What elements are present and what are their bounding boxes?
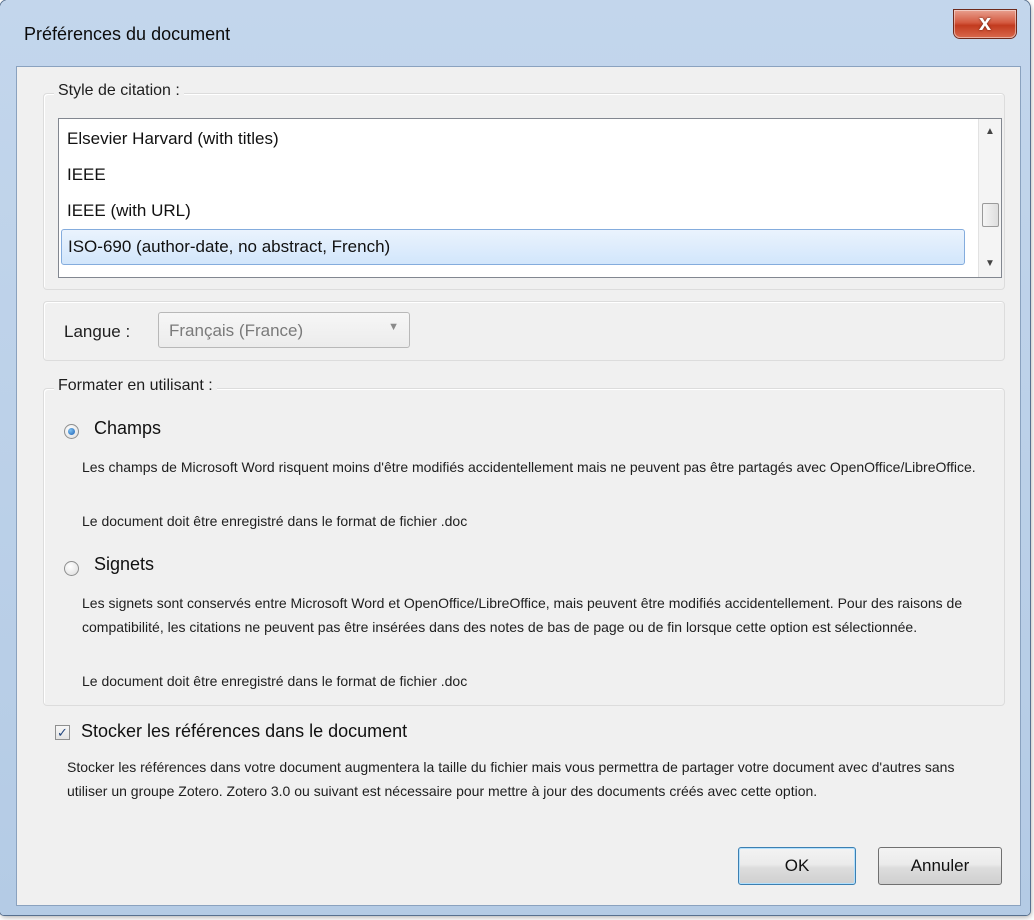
citation-style-legend: Style de citation : (54, 82, 184, 100)
fields-radio-label[interactable]: Champs (94, 418, 161, 439)
chevron-down-icon: ▼ (388, 321, 399, 333)
document-preferences-window: Préférences du document x Style de citat… (0, 0, 1030, 915)
bookmarks-description: Les signets sont conservés entre Microso… (82, 595, 963, 635)
language-dropdown[interactable]: Français (France) ▼ (158, 312, 410, 348)
fields-description: Les champs de Microsoft Word risquent mo… (82, 459, 976, 475)
fields-radio[interactable] (64, 424, 79, 439)
fields-doc-note: Le document doit être enregistré dans le… (82, 513, 468, 529)
close-button[interactable]: x (954, 10, 1016, 38)
bookmarks-radio-label[interactable]: Signets (94, 554, 154, 575)
language-label: Langue : (64, 322, 131, 341)
citation-style-group: Style de citation : Elsevier Harvard (wi… (43, 82, 1005, 290)
title-bar[interactable]: Préférences du document x (0, 0, 1030, 66)
format-legend: Formater en utilisant : (54, 377, 217, 395)
window-title: Préférences du document (24, 24, 231, 44)
scroll-down-icon[interactable]: ▼ (979, 253, 1001, 275)
list-item[interactable]: IEEE (61, 157, 965, 193)
scroll-thumb[interactable] (982, 203, 999, 227)
ok-button[interactable]: OK (738, 847, 856, 885)
language-value: Français (France) (169, 321, 304, 340)
list-item[interactable]: IEEE (with URL) (61, 193, 965, 229)
store-references-checkbox[interactable]: ✓ (55, 725, 70, 740)
store-references-label[interactable]: Stocker les références dans le document (81, 721, 407, 742)
cancel-button[interactable]: Annuler (878, 847, 1002, 885)
checkmark-icon: ✓ (57, 725, 68, 740)
list-scrollbar[interactable]: ▲ ▼ (978, 119, 1001, 277)
store-references-description: Stocker les références dans votre docume… (67, 759, 955, 799)
bookmarks-doc-note: Le document doit être enregistré dans le… (82, 673, 468, 689)
list-item[interactable]: Elsevier Harvard (with titles) (61, 121, 965, 157)
format-group: Formater en utilisant : Champs Les champ… (43, 377, 1005, 706)
dialog-body: Style de citation : Elsevier Harvard (wi… (16, 66, 1021, 906)
scroll-up-icon[interactable]: ▲ (979, 121, 1001, 143)
bookmarks-radio[interactable] (64, 561, 79, 576)
language-group: Langue : Français (France) ▼ (43, 301, 1005, 361)
citation-style-list[interactable]: Elsevier Harvard (with titles) IEEE IEEE… (58, 118, 1002, 278)
close-icon: x (978, 10, 992, 35)
list-item-selected[interactable]: ISO-690 (author-date, no abstract, Frenc… (61, 229, 965, 265)
